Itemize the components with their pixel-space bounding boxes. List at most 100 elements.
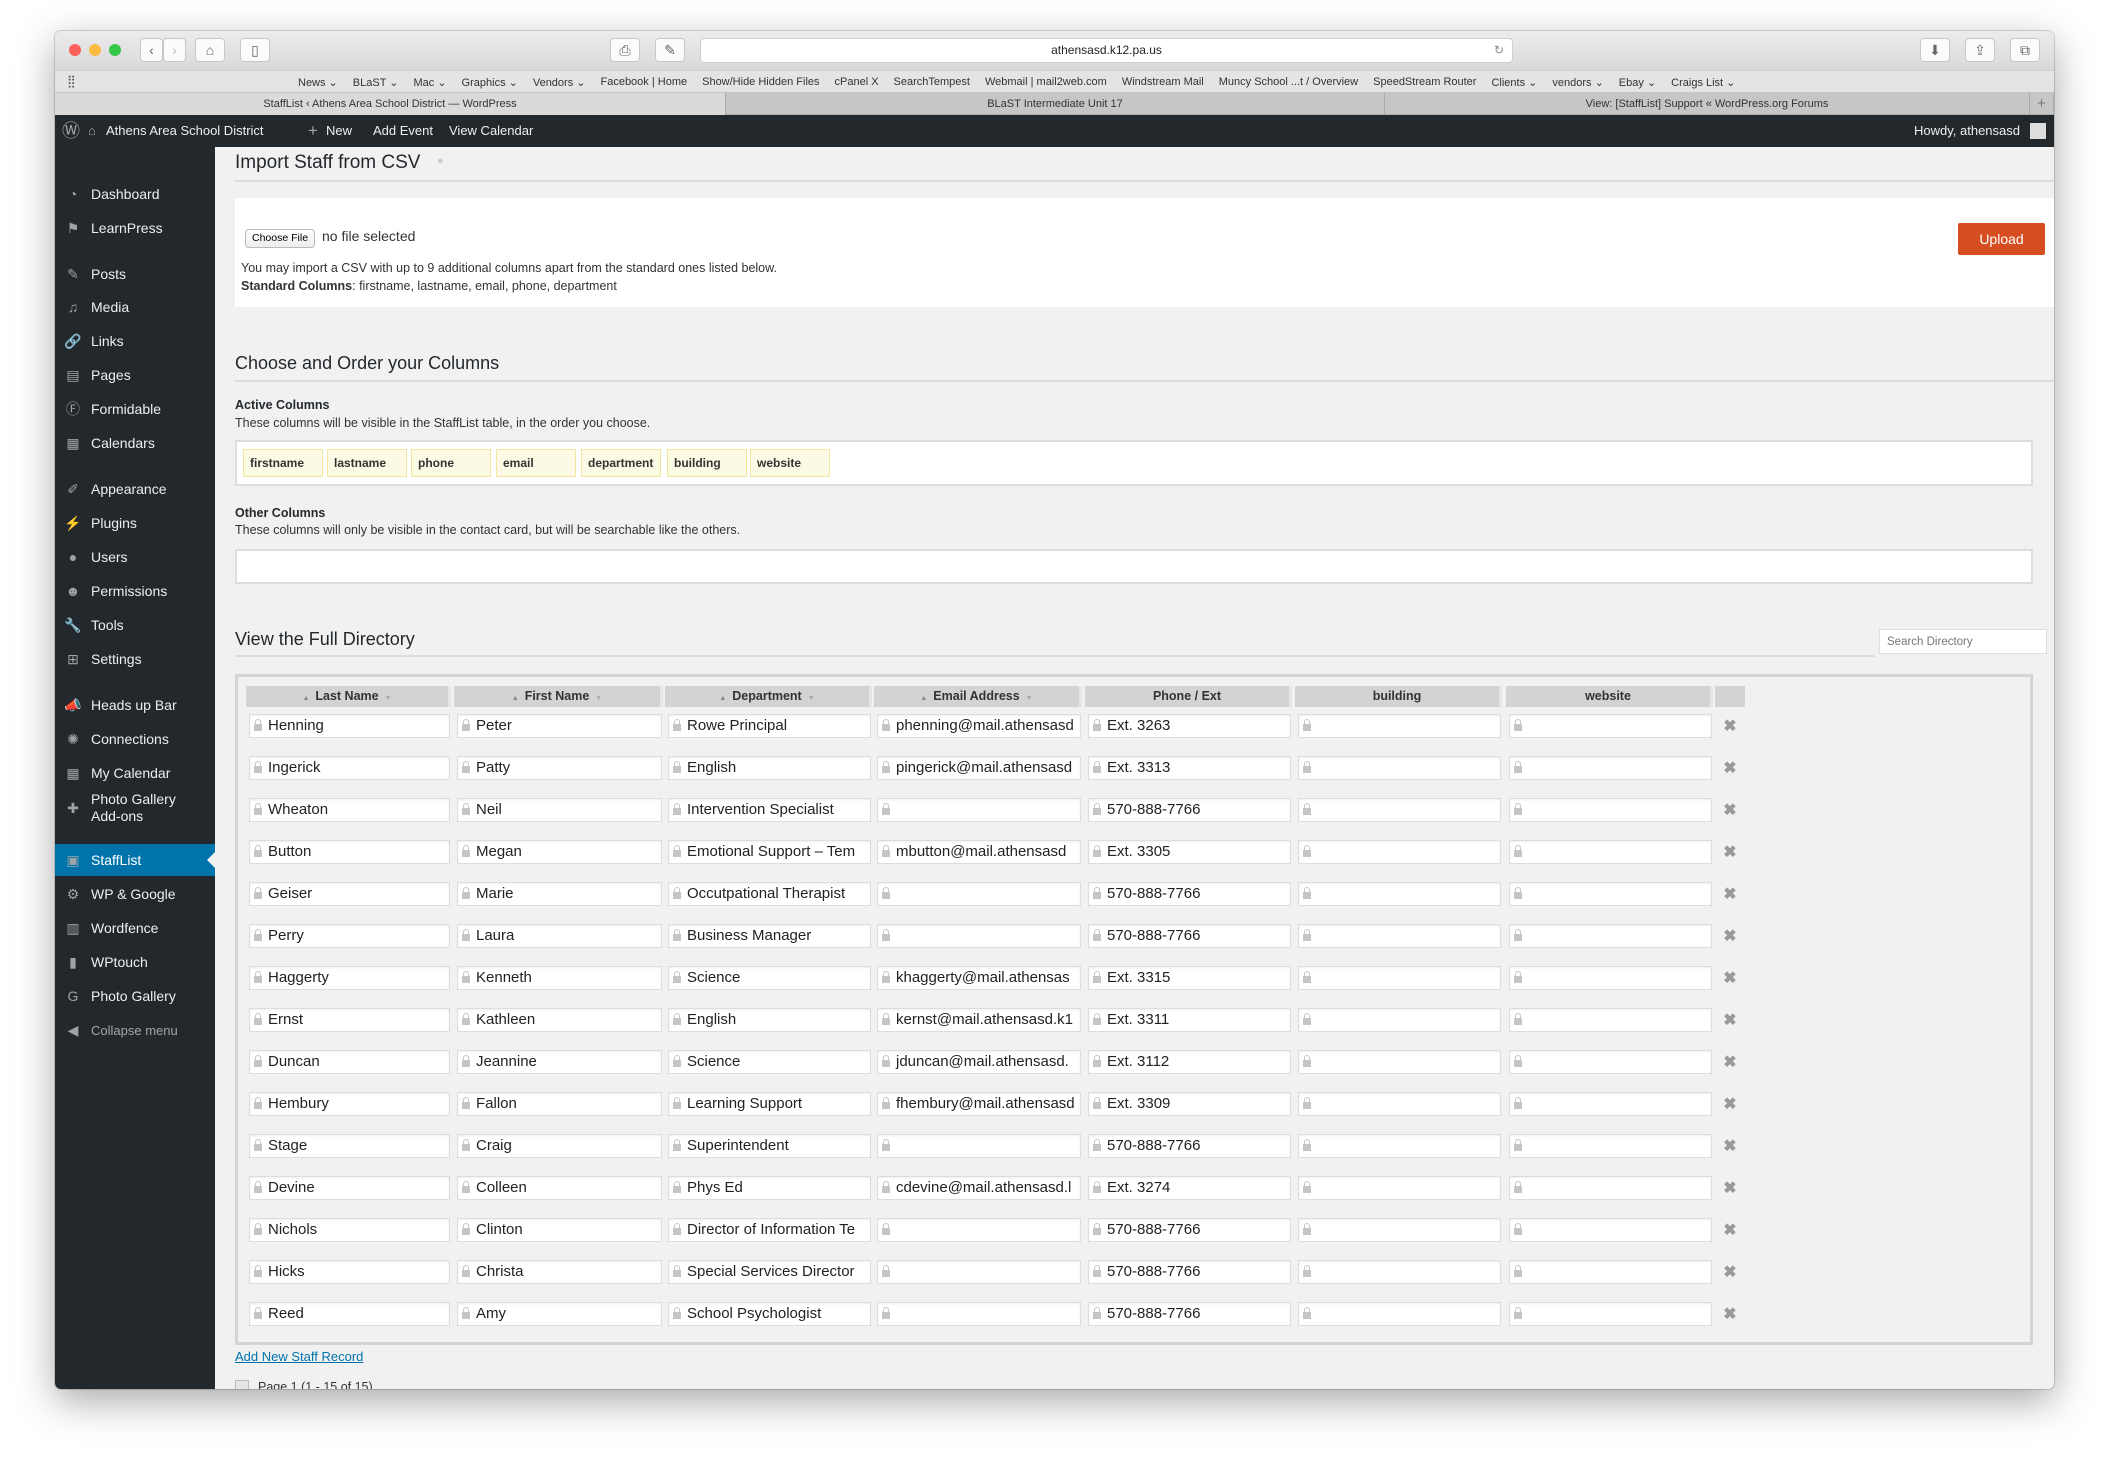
table-cell-building[interactable] — [1298, 756, 1501, 780]
table-cell-email-address[interactable] — [877, 924, 1081, 948]
table-cell-email-address[interactable]: jduncan@mail.athensasd. — [877, 1050, 1081, 1074]
close-window-button[interactable] — [69, 44, 81, 56]
sidebar-item-links[interactable]: 🔗 Links — [55, 324, 215, 358]
sidebar-item-learnpress[interactable]: ⚑ LearnPress — [55, 211, 215, 245]
delete-row-icon[interactable]: ✖ — [1720, 1262, 1740, 1282]
table-cell-email-address[interactable]: phenning@mail.athensasd — [877, 714, 1081, 738]
bookmark-item[interactable]: Muncy School ...t / Overview — [1219, 76, 1358, 88]
back-icon[interactable]: ‹ — [140, 38, 163, 62]
table-cell-last-name[interactable]: Wheaton — [249, 798, 450, 822]
table-cell-first-name[interactable]: Kathleen — [457, 1008, 662, 1032]
table-cell-email-address[interactable]: mbutton@mail.athensasd — [877, 840, 1081, 864]
table-cell-website[interactable] — [1509, 1260, 1712, 1284]
table-cell-phone-ext[interactable]: 570-888-7766 — [1088, 1218, 1291, 1242]
table-cell-department[interactable]: Intervention Specialist — [668, 798, 871, 822]
delete-row-icon[interactable]: ✖ — [1720, 842, 1740, 862]
table-cell-website[interactable] — [1509, 1092, 1712, 1116]
help-icon[interactable]: ● — [437, 155, 444, 167]
delete-row-icon[interactable]: ✖ — [1720, 968, 1740, 988]
delete-row-icon[interactable]: ✖ — [1720, 1178, 1740, 1198]
table-cell-building[interactable] — [1298, 924, 1501, 948]
sidebar-item-media[interactable]: ♫ Media — [55, 290, 215, 324]
table-cell-last-name[interactable]: Henning — [249, 714, 450, 738]
table-cell-last-name[interactable]: Geiser — [249, 882, 450, 906]
table-cell-first-name[interactable]: Kenneth — [457, 966, 662, 990]
table-cell-first-name[interactable]: Laura — [457, 924, 662, 948]
table-cell-first-name[interactable]: Patty — [457, 756, 662, 780]
download-icon[interactable]: ⬇ — [1920, 38, 1950, 62]
table-cell-last-name[interactable]: Button — [249, 840, 450, 864]
table-cell-building[interactable] — [1298, 1050, 1501, 1074]
table-cell-website[interactable] — [1509, 882, 1712, 906]
sidebar-item-formidable[interactable]: Ⓕ Formidable — [55, 392, 215, 426]
table-cell-department[interactable]: Phys Ed — [668, 1176, 871, 1200]
table-cell-department[interactable]: Occutpational Therapist — [668, 882, 871, 906]
add-new-staff-link[interactable]: Add New Staff Record — [235, 1349, 363, 1364]
tab-forums[interactable]: View: [StaffList] Support « WordPress.or… — [1385, 93, 2030, 115]
bookmark-item[interactable]: Mac ⌄ — [413, 76, 446, 89]
bookmark-item[interactable]: Ebay ⌄ — [1619, 76, 1656, 89]
delete-row-icon[interactable]: ✖ — [1720, 926, 1740, 946]
table-cell-phone-ext[interactable]: 570-888-7766 — [1088, 924, 1291, 948]
column-header[interactable]: building — [1295, 686, 1502, 707]
sidebar-item-wptouch[interactable]: ▮ WPtouch — [55, 945, 215, 979]
table-cell-last-name[interactable]: Stage — [249, 1134, 450, 1158]
table-cell-email-address[interactable] — [877, 1218, 1081, 1242]
sidebar-item-plugins[interactable]: ⚡ Plugins — [55, 506, 215, 540]
sort-desc-icon[interactable]: ▼ — [808, 695, 815, 702]
delete-row-icon[interactable]: ✖ — [1720, 884, 1740, 904]
column-chip-website[interactable]: website — [750, 449, 830, 477]
table-cell-department[interactable]: Special Services Director — [668, 1260, 871, 1284]
table-cell-phone-ext[interactable]: Ext. 3311 — [1088, 1008, 1291, 1032]
table-cell-first-name[interactable]: Clinton — [457, 1218, 662, 1242]
table-cell-email-address[interactable]: cdevine@mail.athensasd.l — [877, 1176, 1081, 1200]
bookmark-item[interactable]: Webmail | mail2web.com — [985, 76, 1107, 88]
bookmark-item[interactable]: vendors ⌄ — [1552, 76, 1603, 89]
column-chip-phone[interactable]: phone — [411, 449, 491, 477]
table-cell-first-name[interactable]: Peter — [457, 714, 662, 738]
table-cell-last-name[interactable]: Devine — [249, 1176, 450, 1200]
table-cell-website[interactable] — [1509, 966, 1712, 990]
table-cell-department[interactable]: Director of Information Te — [668, 1218, 871, 1242]
table-cell-website[interactable] — [1509, 714, 1712, 738]
table-cell-building[interactable] — [1298, 1302, 1501, 1326]
sort-asc-icon[interactable]: ▲ — [920, 695, 927, 702]
column-chip-building[interactable]: building — [667, 449, 747, 477]
home-icon[interactable]: ⌂ — [195, 38, 225, 62]
sidebar-item-settings[interactable]: ⊞ Settings — [55, 642, 215, 676]
table-cell-building[interactable] — [1298, 1218, 1501, 1242]
delete-row-icon[interactable]: ✖ — [1720, 1010, 1740, 1030]
table-cell-department[interactable]: Rowe Principal — [668, 714, 871, 738]
delete-row-icon[interactable]: ✖ — [1720, 1052, 1740, 1072]
sidebar-item-photo-gallery[interactable]: G Photo Gallery — [55, 979, 215, 1013]
other-columns-list[interactable] — [235, 549, 2033, 584]
table-cell-website[interactable] — [1509, 1302, 1712, 1326]
bookmark-item[interactable]: Vendors ⌄ — [533, 76, 586, 89]
avatar[interactable] — [2030, 123, 2046, 139]
sidebar-item-wp-google[interactable]: ⚙ WP & Google — [55, 877, 215, 911]
table-cell-email-address[interactable] — [877, 1134, 1081, 1158]
table-cell-building[interactable] — [1298, 1008, 1501, 1032]
table-cell-website[interactable] — [1509, 1050, 1712, 1074]
sidebar-item-appearance[interactable]: ✐ Appearance — [55, 472, 215, 506]
table-cell-phone-ext[interactable]: Ext. 3305 — [1088, 840, 1291, 864]
table-cell-website[interactable] — [1509, 1134, 1712, 1158]
table-cell-department[interactable]: School Psychologist — [668, 1302, 871, 1326]
table-cell-department[interactable]: English — [668, 756, 871, 780]
forward-icon[interactable]: › — [163, 38, 186, 62]
table-cell-phone-ext[interactable]: Ext. 3263 — [1088, 714, 1291, 738]
table-cell-first-name[interactable]: Christa — [457, 1260, 662, 1284]
site-name-link[interactable]: Athens Area School District — [106, 115, 264, 147]
table-cell-email-address[interactable]: kernst@mail.athensasd.k1 — [877, 1008, 1081, 1032]
table-cell-website[interactable] — [1509, 1176, 1712, 1200]
minimize-window-button[interactable] — [89, 44, 101, 56]
column-header[interactable]: Phone / Ext — [1085, 686, 1292, 707]
table-cell-first-name[interactable]: Megan — [457, 840, 662, 864]
table-cell-email-address[interactable] — [877, 798, 1081, 822]
sidebar-item-permissions[interactable]: ☻ Permissions — [55, 574, 215, 608]
table-cell-first-name[interactable]: Craig — [457, 1134, 662, 1158]
table-cell-email-address[interactable]: pingerick@mail.athensasd — [877, 756, 1081, 780]
table-cell-phone-ext[interactable]: 570-888-7766 — [1088, 798, 1291, 822]
table-cell-last-name[interactable]: Haggerty — [249, 966, 450, 990]
table-cell-building[interactable] — [1298, 882, 1501, 906]
